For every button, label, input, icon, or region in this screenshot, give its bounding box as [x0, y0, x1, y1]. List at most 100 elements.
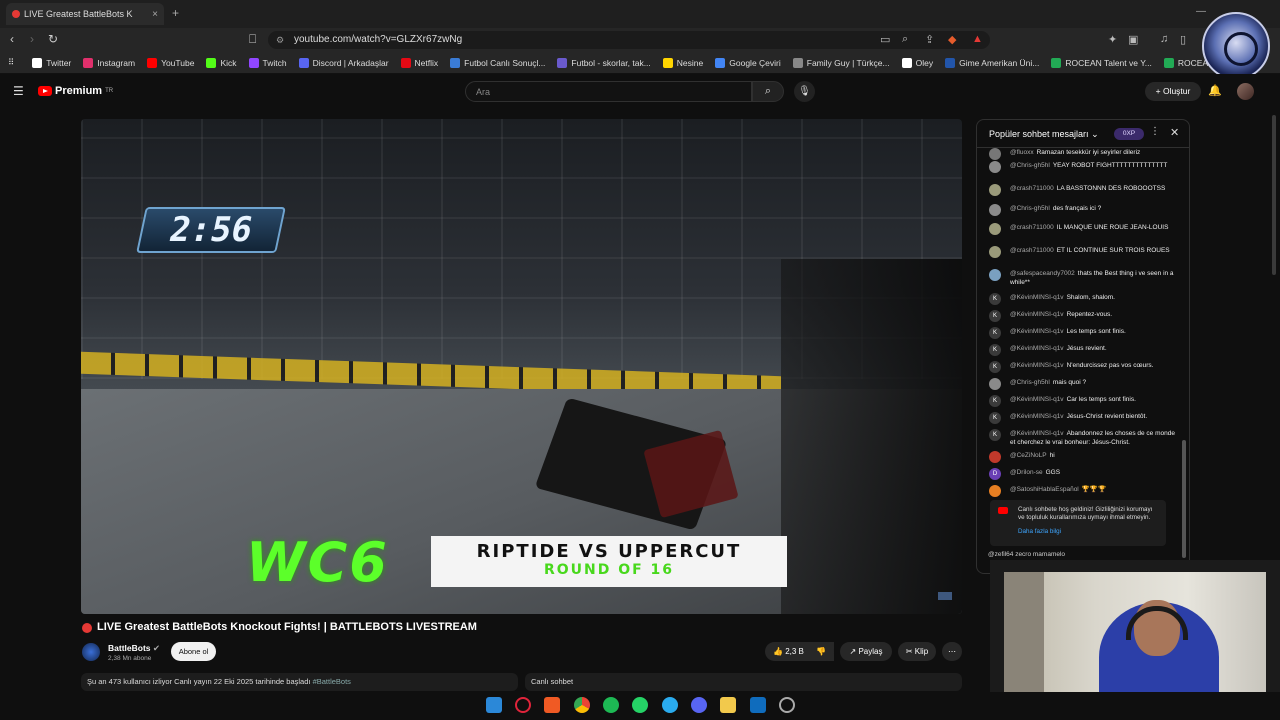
chat-message[interactable]: K @KévinMINSI-q1v Abandonnez les choses de… [989, 429, 1179, 447]
chat-author[interactable]: @Chris-gh5hl [1010, 379, 1050, 386]
chat-message[interactable]: @Chris-gh5hl des français ici ? [989, 204, 1179, 216]
chat-avatar[interactable]: D [989, 468, 1001, 480]
chat-message[interactable]: K @KévinMINSI-q1v Jésus-Christ revient bie… [989, 412, 1179, 424]
chat-author[interactable]: @CeZiNoLP [1010, 452, 1047, 459]
chat-author[interactable]: @KévinMINSI-q1v [1010, 413, 1064, 420]
bookmark-item[interactable]: Gime Amerikan Üni... [945, 57, 1039, 68]
chat-avatar[interactable] [989, 204, 1001, 216]
chat-message[interactable]: K @KévinMINSI-q1v Shalom, shalom. [989, 293, 1179, 305]
reload-icon[interactable]: ↻ [48, 32, 58, 46]
chat-author[interactable]: @safespaceandy7002 [1010, 270, 1075, 277]
bookmark-item[interactable]: Nesine [662, 57, 703, 68]
bookmark-item[interactable]: Oley [901, 57, 933, 68]
chat-scrollbar[interactable] [1182, 440, 1186, 558]
share-icon[interactable]: ⇪ [925, 33, 934, 46]
account-avatar[interactable] [1237, 83, 1254, 100]
bookmark-item[interactable]: Family Guy | Türkçe... [792, 57, 890, 68]
browser-tab[interactable]: LIVE Greatest BattleBots K × [6, 3, 164, 25]
chat-author[interactable]: @Drilon-se [1010, 469, 1043, 476]
clip-button[interactable]: ✂ Klip [898, 642, 936, 661]
chat-author[interactable]: @KévinMINSI-q1v [1010, 345, 1064, 352]
hashtag-link[interactable]: #BattleBots [313, 677, 351, 686]
chat-avatar[interactable] [989, 378, 1001, 390]
back-icon[interactable]: ‹ [10, 32, 14, 46]
bookmark-item[interactable]: Kick [206, 57, 237, 68]
bookmark-item[interactable]: Netflix [400, 57, 438, 68]
bookmark-item[interactable]: ROCEAN Talent ve Y... [1051, 57, 1152, 68]
chat-mode-label[interactable]: Popüler sohbet mesajları [989, 129, 1089, 139]
live-chat-bar[interactable]: Canlı sohbet [525, 673, 962, 691]
chat-avatar[interactable]: K [989, 412, 1001, 424]
chat-author[interactable]: @KévinMINSI-q1v [1010, 430, 1064, 437]
chat-message[interactable]: @crash711000 ET IL CONTINUE SUR TROIS ROU… [989, 246, 1179, 258]
apps-icon[interactable]: ⠿ [8, 57, 14, 68]
channel-avatar[interactable] [82, 643, 100, 661]
chat-message[interactable]: K @KévinMINSI-q1v Les temps sont finis. [989, 327, 1179, 339]
windows-start-icon[interactable] [486, 697, 502, 713]
chat-author[interactable]: @fluoxx [1010, 149, 1034, 156]
chat-message[interactable]: @Chris-gh5hl mais quoi ? [989, 378, 1179, 390]
brave-shield-icon[interactable]: ◆ [948, 33, 956, 46]
site-info-icon[interactable]: ⚙ [276, 31, 284, 49]
chat-message[interactable]: K @KévinMINSI-q1v Jésus revient. [989, 344, 1179, 356]
bookmark-item[interactable]: Twitter [32, 57, 71, 68]
bookmark-item[interactable]: Discord | Arkadaşlar [298, 57, 389, 68]
chat-message[interactable]: @fluoxx Ramazan tesekkür iyi seyirler dil… [989, 148, 1179, 160]
chat-avatar[interactable] [989, 485, 1001, 497]
learn-more-link[interactable]: Daha fazla bilgi [1018, 528, 1160, 536]
file-explorer-icon[interactable] [720, 697, 736, 713]
media-icon[interactable]: ♫ [1160, 33, 1168, 45]
chat-avatar[interactable]: K [989, 327, 1001, 339]
voice-search-button[interactable]: 🎙 [794, 81, 815, 102]
chat-author[interactable]: @KévinMINSI-q1v [1010, 294, 1064, 301]
bookmark-item[interactable]: Futbol Canlı Sonuçl... [450, 57, 545, 68]
chat-message[interactable]: K @KévinMINSI-q1v N'endurcissez pas vos cœ… [989, 361, 1179, 373]
sidebar-icon[interactable]: ▣ [1128, 33, 1138, 46]
chat-avatar[interactable]: K [989, 293, 1001, 305]
bookmark-item[interactable]: Google Çeviri [715, 57, 781, 68]
bookmark-item[interactable]: Futbol - skorlar, tak... [557, 57, 651, 68]
notifications-icon[interactable]: 🔔 [1208, 84, 1222, 97]
spotify-icon[interactable] [603, 697, 619, 713]
chat-message[interactable]: D @Drilon-se GGS [989, 468, 1179, 480]
menu-icon[interactable]: ☰ [13, 84, 24, 98]
bookmark-item[interactable]: Twitch [248, 57, 287, 68]
chat-avatar[interactable] [989, 451, 1001, 463]
forward-icon[interactable]: › [30, 32, 34, 46]
minimize-icon[interactable]: — [1196, 6, 1206, 17]
bookmark-item[interactable]: YouTube [147, 57, 194, 68]
chat-author[interactable]: @Chris-gh5hl [1010, 205, 1050, 212]
chat-avatar[interactable] [989, 184, 1001, 196]
bookmark-item[interactable]: Instagram [83, 57, 135, 68]
dislike-button[interactable]: 👎 [808, 642, 834, 661]
panel-icon[interactable]: ▯ [1180, 33, 1186, 46]
chat-message[interactable]: K @KévinMINSI-q1v Car les temps sont finis… [989, 395, 1179, 407]
search-input[interactable]: Ara [465, 81, 752, 102]
chat-avatar[interactable] [989, 148, 1001, 160]
telegram-icon[interactable] [662, 697, 678, 713]
chat-avatar[interactable] [989, 161, 1001, 173]
brave-icon[interactable] [544, 697, 560, 713]
chat-author[interactable]: @SatoshiHablaEspañol [1010, 486, 1079, 493]
chat-author[interactable]: @KévinMINSI-q1v [1010, 328, 1064, 335]
close-tab-icon[interactable]: × [152, 9, 158, 20]
page-scrollbar[interactable] [1272, 115, 1276, 275]
xp-badge[interactable]: 0XP [1114, 128, 1144, 140]
close-chat-icon[interactable]: ✕ [1170, 126, 1179, 139]
create-button[interactable]: + Oluştur [1145, 82, 1201, 101]
chat-avatar[interactable] [989, 269, 1001, 281]
chat-message[interactable]: @CeZiNoLP hi [989, 451, 1179, 463]
bookmark-icon[interactable]: ⎕ [249, 32, 256, 47]
description-box[interactable]: Şu an 473 kullanıcı izliyor Canlı yayın … [81, 673, 518, 691]
chat-message[interactable]: @SatoshiHablaEspañol 🏆🏆🏆 [989, 485, 1179, 497]
youtube-logo[interactable]: Premium TR [38, 85, 113, 97]
more-actions-button[interactable]: ⋯ [942, 642, 962, 661]
chat-avatar[interactable]: K [989, 310, 1001, 322]
chrome-icon[interactable] [574, 697, 590, 713]
chat-author[interactable]: @crash711000 [1010, 224, 1054, 231]
chat-author[interactable]: @KévinMINSI-q1v [1010, 396, 1064, 403]
video-player[interactable]: 2:56 WC6 RIPTIDE VS UPPERCUT ROUND OF 16 [81, 119, 962, 614]
zoom-icon[interactable]: ⌕ [902, 33, 908, 46]
chat-avatar[interactable] [989, 246, 1001, 258]
chat-author[interactable]: @KévinMINSI-q1v [1010, 362, 1064, 369]
